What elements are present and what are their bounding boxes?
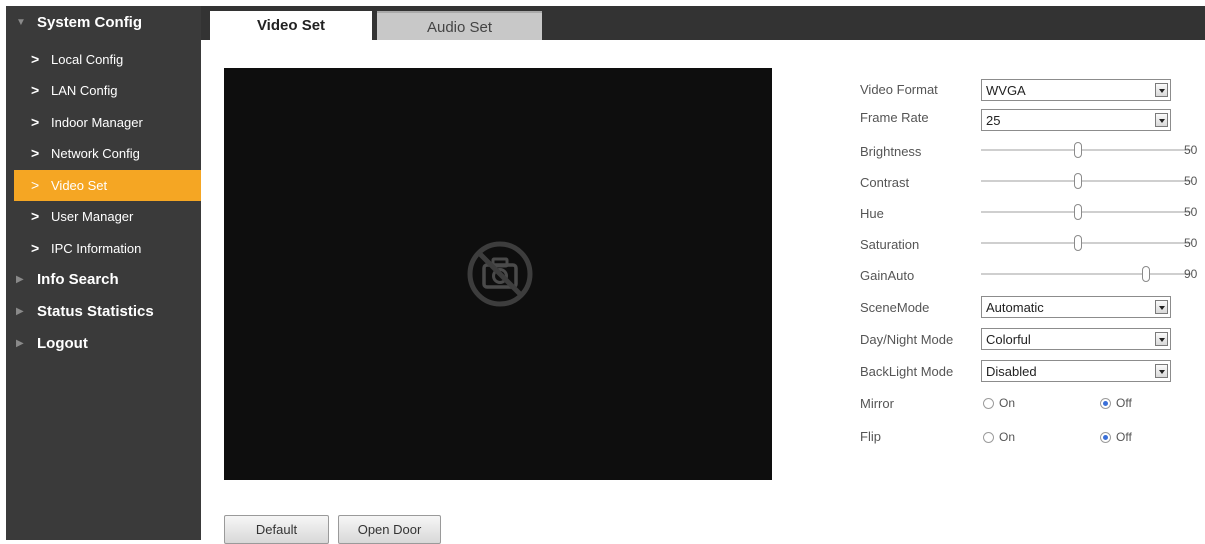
saturation-slider[interactable] <box>981 233 1191 253</box>
sidebar-item-video-set[interactable]: > Video Set <box>14 170 201 201</box>
chevron-right-icon: > <box>31 177 40 193</box>
slider-thumb[interactable] <box>1074 142 1082 158</box>
hue-label: Hue <box>860 206 884 221</box>
flip-off-radio[interactable]: Off <box>1100 427 1150 447</box>
dropdown-arrow-icon <box>1155 364 1168 378</box>
brightness-slider[interactable] <box>981 140 1191 160</box>
gain-auto-slider[interactable] <box>981 264 1191 284</box>
mirror-on-radio[interactable]: On <box>983 393 1033 413</box>
collapsed-arrow-icon: ▶ <box>16 274 24 285</box>
hue-value: 50 <box>1184 205 1198 219</box>
chevron-right-icon: > <box>31 145 40 161</box>
collapsed-arrow-icon: ▶ <box>16 338 24 349</box>
chevron-right-icon: > <box>31 114 40 130</box>
video-preview <box>224 68 772 480</box>
sidebar-group-info-search[interactable]: ▶ Info Search <box>6 265 201 295</box>
hue-slider[interactable] <box>981 202 1191 222</box>
sidebar-group-status-statistics[interactable]: ▶ Status Statistics <box>6 297 201 327</box>
video-format-select[interactable]: WVGA <box>981 79 1171 101</box>
expand-arrow-icon: ▼ <box>16 17 26 28</box>
chevron-right-icon: > <box>31 240 40 256</box>
dropdown-arrow-icon <box>1155 300 1168 314</box>
sidebar-item-user-manager[interactable]: > User Manager <box>6 201 201 232</box>
slider-thumb[interactable] <box>1074 204 1082 220</box>
flip-on-radio[interactable]: On <box>983 427 1033 447</box>
tab-audio-set[interactable]: Audio Set <box>377 11 542 40</box>
chevron-right-icon: > <box>31 51 40 67</box>
scene-mode-label: SceneMode <box>860 300 930 315</box>
chevron-right-icon: > <box>31 208 40 224</box>
radio-icon <box>983 432 994 443</box>
video-format-label: Video Format <box>860 82 938 97</box>
tab-bar: Video Set Audio Set <box>201 6 1205 40</box>
sidebar-group-system-config[interactable]: ▼ System Config <box>6 8 201 38</box>
chevron-right-icon: > <box>31 82 40 98</box>
backlight-mode-select[interactable]: Disabled <box>981 360 1171 382</box>
camera-disabled-icon <box>467 241 533 307</box>
video-settings-panel: Default Open Door Video Format WVGA Fram… <box>201 40 1205 544</box>
sidebar: ▼ System Config > Local Config > LAN Con… <box>6 6 201 540</box>
dropdown-arrow-icon <box>1155 332 1168 346</box>
day-night-mode-label: Day/Night Mode <box>860 332 954 347</box>
brightness-value: 50 <box>1184 143 1198 157</box>
radio-selected-icon <box>1100 432 1111 443</box>
scene-mode-select[interactable]: Automatic <box>981 296 1171 318</box>
tab-video-set[interactable]: Video Set <box>210 11 372 40</box>
slider-thumb[interactable] <box>1142 266 1150 282</box>
collapsed-arrow-icon: ▶ <box>16 306 24 317</box>
backlight-mode-label: BackLight Mode <box>860 364 954 379</box>
saturation-label: Saturation <box>860 237 920 252</box>
radio-selected-icon <box>1100 398 1111 409</box>
frame-rate-label: Frame Rate <box>860 110 929 125</box>
sidebar-item-ipc-information[interactable]: > IPC Information <box>6 233 201 264</box>
sidebar-item-local-config[interactable]: > Local Config <box>6 44 201 75</box>
slider-thumb[interactable] <box>1074 173 1082 189</box>
sidebar-item-indoor-manager[interactable]: > Indoor Manager <box>6 107 201 138</box>
contrast-slider[interactable] <box>981 171 1191 191</box>
radio-icon <box>983 398 994 409</box>
app-window: ▼ System Config > Local Config > LAN Con… <box>6 6 1205 544</box>
dropdown-arrow-icon <box>1155 83 1168 97</box>
sidebar-item-lan-config[interactable]: > LAN Config <box>6 75 201 106</box>
mirror-off-radio[interactable]: Off <box>1100 393 1150 413</box>
gain-auto-label: GainAuto <box>860 268 915 283</box>
flip-label: Flip <box>860 429 881 444</box>
sidebar-item-network-config[interactable]: > Network Config <box>6 138 201 169</box>
saturation-value: 50 <box>1184 236 1198 250</box>
contrast-value: 50 <box>1184 174 1198 188</box>
frame-rate-select[interactable]: 25 <box>981 109 1171 131</box>
dropdown-arrow-icon <box>1155 113 1168 127</box>
gain-auto-value: 90 <box>1184 267 1198 281</box>
contrast-label: Contrast <box>860 175 910 190</box>
slider-thumb[interactable] <box>1074 235 1082 251</box>
mirror-label: Mirror <box>860 396 894 411</box>
brightness-label: Brightness <box>860 144 922 159</box>
day-night-mode-select[interactable]: Colorful <box>981 328 1171 350</box>
sidebar-group-logout[interactable]: ▶ Logout <box>6 329 201 359</box>
